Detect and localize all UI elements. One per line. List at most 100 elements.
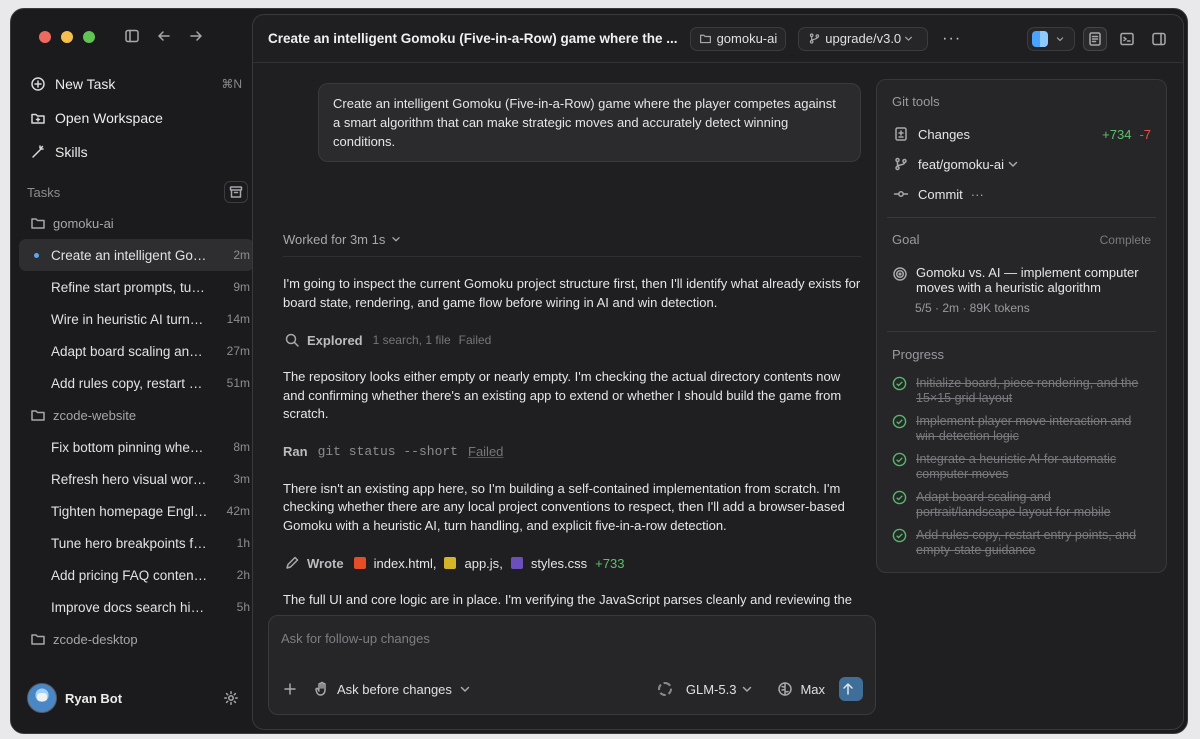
- conversation-title: Create an intelligent Gomoku (Five-in-a-…: [268, 31, 678, 46]
- workspace-folder-chip[interactable]: gomoku-ai: [689, 26, 787, 51]
- approval-mode-label[interactable]: Ask before changes: [337, 682, 452, 697]
- close-window-button[interactable]: [39, 31, 51, 43]
- git-branch-icon: [892, 155, 910, 173]
- task-item[interactable]: Adapt board scaling and layout 27m: [19, 335, 254, 367]
- toggle-sidebar-icon[interactable]: [123, 27, 141, 45]
- task-item[interactable]: Improve docs search highlighting 5h: [19, 591, 254, 623]
- folder-icon: [29, 406, 47, 424]
- avatar: [27, 683, 57, 713]
- chevron-down-icon: [456, 680, 474, 698]
- send-button[interactable]: [839, 677, 863, 701]
- gear-icon[interactable]: [222, 689, 240, 707]
- forward-arrow-icon[interactable]: [187, 27, 205, 45]
- project-group-zcode-desktop[interactable]: zcode-desktop: [19, 623, 254, 655]
- file-chip[interactable]: index.html,: [353, 555, 436, 571]
- skills-label: Skills: [55, 144, 88, 160]
- goal-status: Complete: [1099, 232, 1151, 247]
- task-time: 2h: [236, 568, 250, 582]
- explored-step[interactable]: Explored 1 search, 1 file Failed: [283, 330, 864, 350]
- zoom-window-button[interactable]: [83, 31, 95, 43]
- project-group-zcode-website[interactable]: zcode-website: [19, 399, 254, 431]
- progress-text: Initialize board, piece rendering, and t…: [916, 376, 1139, 405]
- divider: [887, 217, 1156, 218]
- chevron-down-icon: [389, 230, 403, 248]
- git-tools-panel: Git tools Changes +734 -7 feat/gomoku-ai…: [876, 79, 1167, 573]
- assistant-message: The repository looks either empty or nea…: [283, 369, 842, 421]
- minimize-window-button[interactable]: [61, 31, 73, 43]
- composer-toolbar: Ask before changes GLM-5.3 Max: [281, 676, 863, 702]
- task-title: Refine start prompts, turn messaging: [51, 279, 209, 295]
- worked-duration-toggle[interactable]: Worked for 3m 1s: [283, 230, 861, 257]
- effort-selector[interactable]: Max: [776, 680, 825, 698]
- composer[interactable]: Ask for follow-up changes Ask before cha…: [268, 615, 876, 715]
- task-title: Tune hero breakpoints for mobile: [51, 535, 209, 551]
- divider: [887, 331, 1156, 332]
- task-title: Create an intelligent Gomoku (Five-in-a-…: [51, 247, 209, 263]
- file-name: index.html: [373, 555, 433, 571]
- task-item[interactable]: Tune hero breakpoints for mobile 1h: [19, 527, 254, 559]
- task-item[interactable]: Add pricing FAQ content and layout 2h: [19, 559, 254, 591]
- main-nav: New Task ⌘N Open Workspace Skills: [25, 67, 246, 169]
- task-item[interactable]: Refine start prompts, turn messaging 9m: [19, 271, 254, 303]
- progress-text: Implement player move interaction and wi…: [916, 414, 1132, 443]
- task-title: Wire in heuristic AI turns and scoring: [51, 311, 209, 327]
- archive-button[interactable]: [224, 181, 248, 203]
- back-arrow-icon[interactable]: [155, 27, 173, 45]
- open-workspace-button[interactable]: Open Workspace: [25, 101, 246, 135]
- file-chip[interactable]: styles.css: [510, 555, 588, 571]
- goal-heading: Goal: [892, 232, 920, 247]
- progress-text: Add rules copy, restart entry points, an…: [916, 528, 1137, 557]
- file-chip[interactable]: app.js,: [444, 555, 503, 571]
- task-item[interactable]: Fix bottom pinning when scrolling 8m: [19, 431, 254, 463]
- commit-label: Commit: [918, 186, 963, 202]
- ran-step[interactable]: Ran git status --short Failed: [283, 442, 864, 462]
- chevron-down-icon: [901, 30, 915, 48]
- task-time: 5h: [236, 600, 250, 614]
- task-time: 27m: [226, 344, 250, 358]
- chevron-down-icon: [1054, 30, 1066, 48]
- chevron-down-icon: [738, 680, 756, 698]
- progress-item: Add rules copy, restart entry points, an…: [892, 528, 1151, 558]
- main-pane: Create an intelligent Gomoku (Five-in-a-…: [252, 14, 1184, 730]
- app-window: New Task ⌘N Open Workspace Skills Tasks …: [10, 8, 1188, 734]
- model-selector[interactable]: GLM-5.3: [686, 680, 763, 698]
- goal-text: Gomoku vs. AI — implement computer moves…: [916, 265, 1139, 295]
- task-item[interactable]: Refresh hero visual workflow 3m: [19, 463, 254, 495]
- toggle-git-panel-button[interactable]: [1083, 27, 1107, 51]
- skills-button[interactable]: Skills: [25, 135, 246, 169]
- toggle-right-panel-button[interactable]: [1147, 27, 1171, 51]
- commit-more-icon[interactable]: ···: [971, 187, 984, 202]
- progress-item: Adapt board scaling and portrait/landsca…: [892, 490, 1151, 520]
- task-time: 3m: [233, 472, 250, 486]
- wrote-step[interactable]: Wrote index.html, app.js, styles.css +73…: [283, 553, 864, 573]
- progress-heading: Progress: [892, 347, 945, 362]
- open-in-finder-button[interactable]: [1027, 27, 1075, 51]
- git-branch-icon: [807, 30, 821, 48]
- new-task-button[interactable]: New Task ⌘N: [25, 67, 246, 101]
- changes-row[interactable]: Changes +734 -7: [892, 125, 1151, 143]
- file-name: app.js: [464, 555, 500, 571]
- task-time: 14m: [226, 312, 250, 326]
- effort-label: Max: [800, 681, 825, 697]
- folder-icon: [29, 214, 47, 232]
- task-item[interactable]: Add rules copy, restart entry points 51m: [19, 367, 254, 399]
- task-item[interactable]: Create an intelligent Gomoku (Five-in-a-…: [19, 239, 254, 271]
- commit-row[interactable]: Commit ···: [892, 185, 1151, 203]
- worked-duration: Worked for 3m 1s: [283, 231, 386, 247]
- user-profile[interactable]: Ryan Bot: [27, 683, 246, 713]
- git-tools-title: Git tools: [892, 94, 940, 109]
- command-text: git status --short: [317, 444, 458, 459]
- task-item[interactable]: Tighten homepage English copy 42m: [19, 495, 254, 527]
- project-group-gomoku-ai[interactable]: gomoku-ai: [19, 207, 254, 239]
- terminal-button[interactable]: [1115, 27, 1139, 51]
- hand-icon: [313, 680, 331, 698]
- add-attachment-icon[interactable]: [281, 680, 299, 698]
- top-bar: Create an intelligent Gomoku (Five-in-a-…: [253, 15, 1183, 63]
- assistant-message: The full UI and core logic are in place.…: [283, 592, 852, 613]
- task-item[interactable]: Wire in heuristic AI turns and scoring 1…: [19, 303, 254, 335]
- file-name: styles.css: [530, 555, 588, 571]
- more-options-icon[interactable]: ···: [942, 30, 961, 48]
- branch-selector[interactable]: upgrade/v3.0: [798, 26, 929, 51]
- follow-up-input[interactable]: Ask for follow-up changes: [281, 631, 430, 646]
- branch-row[interactable]: feat/gomoku-ai: [892, 155, 1151, 173]
